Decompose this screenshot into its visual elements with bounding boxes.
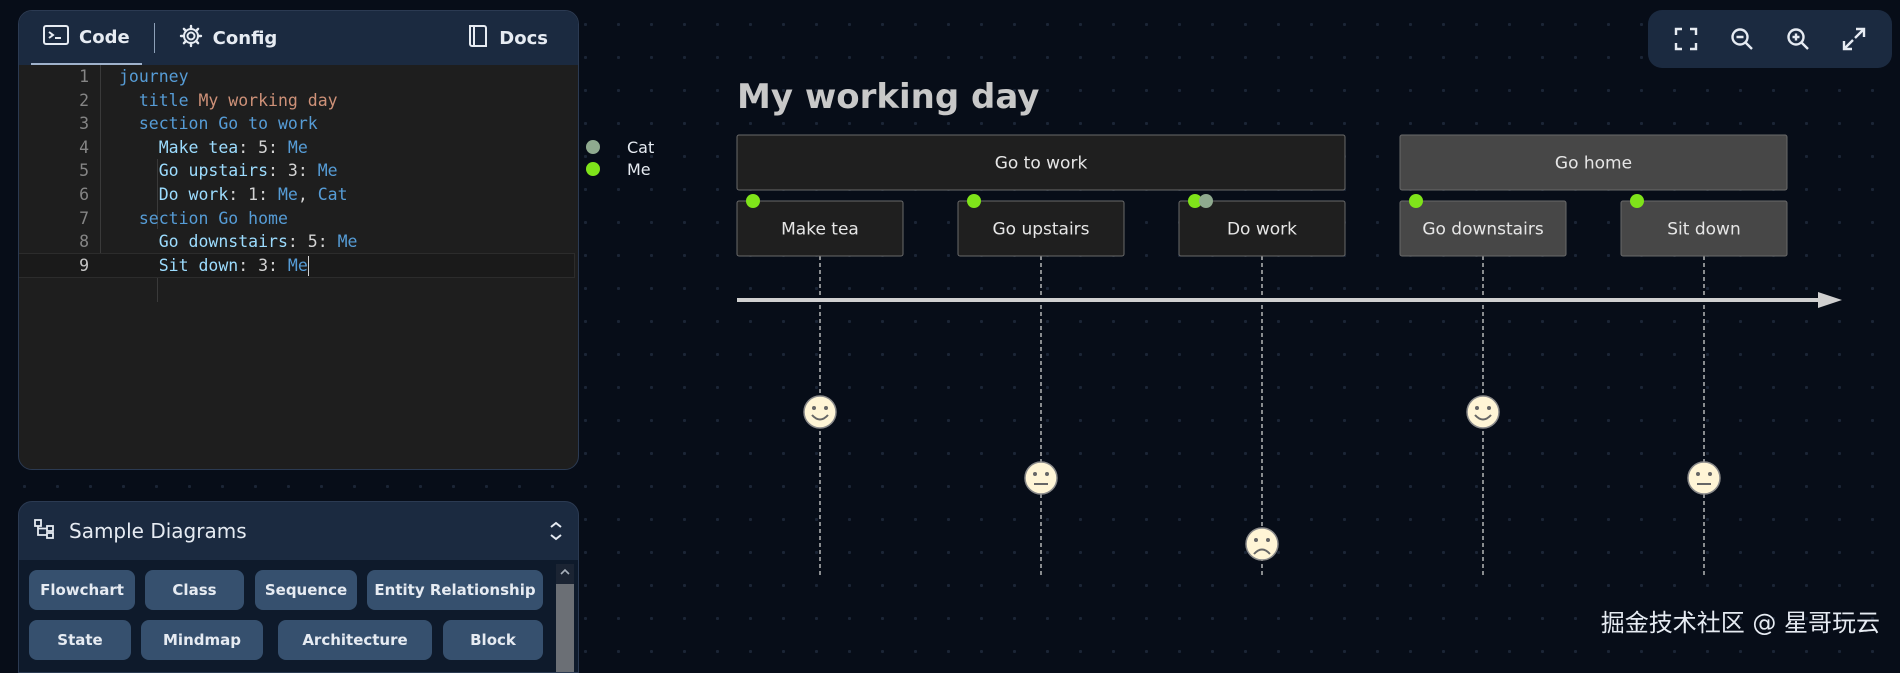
actor-dot (1630, 194, 1644, 208)
section-label: Go to work (995, 154, 1088, 174)
legend: Cat Me (586, 138, 654, 179)
face-circle (1245, 527, 1279, 561)
task-label: Make tea (781, 220, 859, 240)
face-eye (1475, 406, 1479, 410)
timeline-arrow (737, 292, 1842, 308)
task-label: Go upstairs (992, 220, 1089, 240)
sad-face (1245, 527, 1279, 561)
face-circle (1687, 461, 1721, 495)
actor-dot (1409, 194, 1423, 208)
face-circle (803, 395, 837, 429)
face-circle (1466, 395, 1500, 429)
fullscreen-icon[interactable] (1839, 24, 1869, 54)
task-label: Do work (1227, 220, 1297, 240)
face-eye (1696, 472, 1700, 476)
actor-dot (967, 194, 981, 208)
smiley-face (1466, 395, 1500, 429)
face-eye (1266, 538, 1270, 542)
legend-marker (586, 162, 600, 176)
zoom-out-icon[interactable] (1727, 24, 1757, 54)
smiley-face (803, 395, 837, 429)
diagram-toolbar (1648, 10, 1892, 68)
face-eye (1487, 406, 1491, 410)
face-eye (824, 406, 828, 410)
task-label: Go downstairs (1422, 220, 1544, 240)
neutral-face (1024, 461, 1058, 495)
zoom-in-icon[interactable] (1783, 24, 1813, 54)
diagram-title: My working day (737, 77, 1039, 117)
face-eye (1254, 538, 1258, 542)
fit-screen-icon[interactable] (1671, 24, 1701, 54)
tasks: Make tea Go upstairs Do work Go downstairs S… (736, 194, 1788, 578)
face-eye (1033, 472, 1037, 476)
legend-label: Me (627, 160, 651, 179)
task-label: Sit down (1667, 220, 1740, 240)
face-eye (1708, 472, 1712, 476)
actor-dot (1199, 194, 1213, 208)
actor-dot (746, 194, 760, 208)
watermark: 掘金技术社区 @ 星哥玩云 (1600, 609, 1880, 637)
legend-label: Cat (627, 138, 654, 157)
sections: Go to work Go home (736, 134, 1788, 191)
section-label: Go home (1555, 154, 1632, 174)
face-eye (1045, 472, 1049, 476)
face-circle (1024, 461, 1058, 495)
legend-marker (586, 140, 600, 154)
neutral-face (1687, 461, 1721, 495)
journey-diagram: My working day Cat Me Go to work Go home M… (586, 77, 1842, 578)
face-eye (812, 406, 816, 410)
